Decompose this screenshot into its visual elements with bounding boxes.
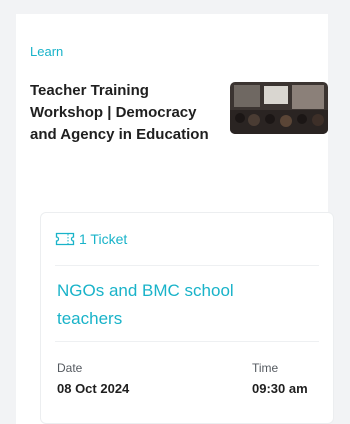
ticket-count-label: 1 Ticket [79, 231, 128, 247]
ticket-name: NGOs and BMC school teachers [57, 281, 234, 328]
event-title[interactable]: Teacher Training Workshop | Democracy an… [30, 80, 226, 146]
ticket-icon [55, 232, 75, 246]
date-label: Date [57, 361, 83, 375]
time-value: 09:30 am [252, 381, 308, 396]
time-label: Time [252, 361, 279, 375]
date-value: 08 Oct 2024 [57, 381, 130, 396]
section-label: Learn [30, 44, 64, 59]
ticket-count-row: 1 Ticket [55, 231, 127, 247]
ticket-card[interactable]: 1 Ticket NGOs and BMC school teachers Da… [40, 212, 334, 424]
event-thumbnail[interactable] [230, 82, 328, 134]
divider [55, 265, 319, 266]
event-photo [230, 82, 328, 134]
divider [55, 341, 319, 342]
